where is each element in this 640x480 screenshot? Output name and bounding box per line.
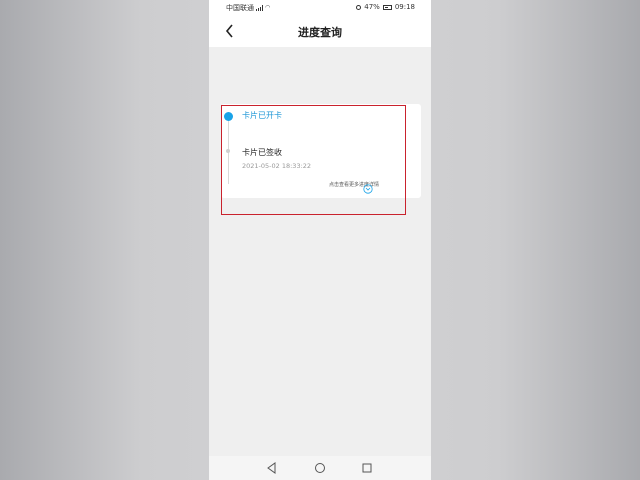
alarm-icon: [356, 4, 362, 10]
circle-home-icon: [315, 463, 325, 473]
battery-icon: [382, 4, 392, 10]
wifi-icon: ◠: [265, 4, 271, 11]
status-bar: 中国联通 ◠ 47% 09:18: [209, 0, 431, 14]
content-area: 卡片已开卡 卡片已签收 2021-05-02 18:33:22 点击查看更多进度…: [209, 47, 431, 456]
clock-time: 09:18: [394, 3, 415, 11]
expand-button[interactable]: [363, 179, 373, 194]
signal-icon: [256, 5, 263, 11]
system-recent-button[interactable]: [361, 462, 373, 474]
system-back-button[interactable]: [266, 462, 278, 474]
system-nav-bar: [209, 456, 431, 480]
step-time-received: 2021-05-02 18:33:22: [242, 162, 312, 170]
carrier-label: 中国联通: [226, 4, 254, 12]
timeline-dot: [226, 149, 230, 153]
step-label-opened: 卡片已开卡: [242, 111, 282, 120]
page-title: 进度查询: [298, 26, 342, 39]
nav-bar: 进度查询: [209, 14, 431, 47]
step-label-received: 卡片已签收: [242, 148, 282, 157]
progress-card: 卡片已开卡 卡片已签收 2021-05-02 18:33:22 点击查看更多进度…: [221, 104, 421, 198]
status-left: 中国联通 ◠: [226, 3, 270, 13]
battery-percent: 47%: [364, 3, 380, 11]
status-right: 47% 09:18: [356, 3, 415, 11]
system-home-button[interactable]: [314, 462, 326, 474]
timeline-dot-active: [224, 112, 233, 121]
square-recent-icon: [362, 463, 372, 473]
triangle-back-icon: [267, 462, 276, 474]
phone-screen: 中国联通 ◠ 47% 09:18 进度查询 卡片已开卡 卡片已签收 2021-0…: [209, 0, 431, 480]
circle-chevron-down-icon: [363, 184, 373, 194]
